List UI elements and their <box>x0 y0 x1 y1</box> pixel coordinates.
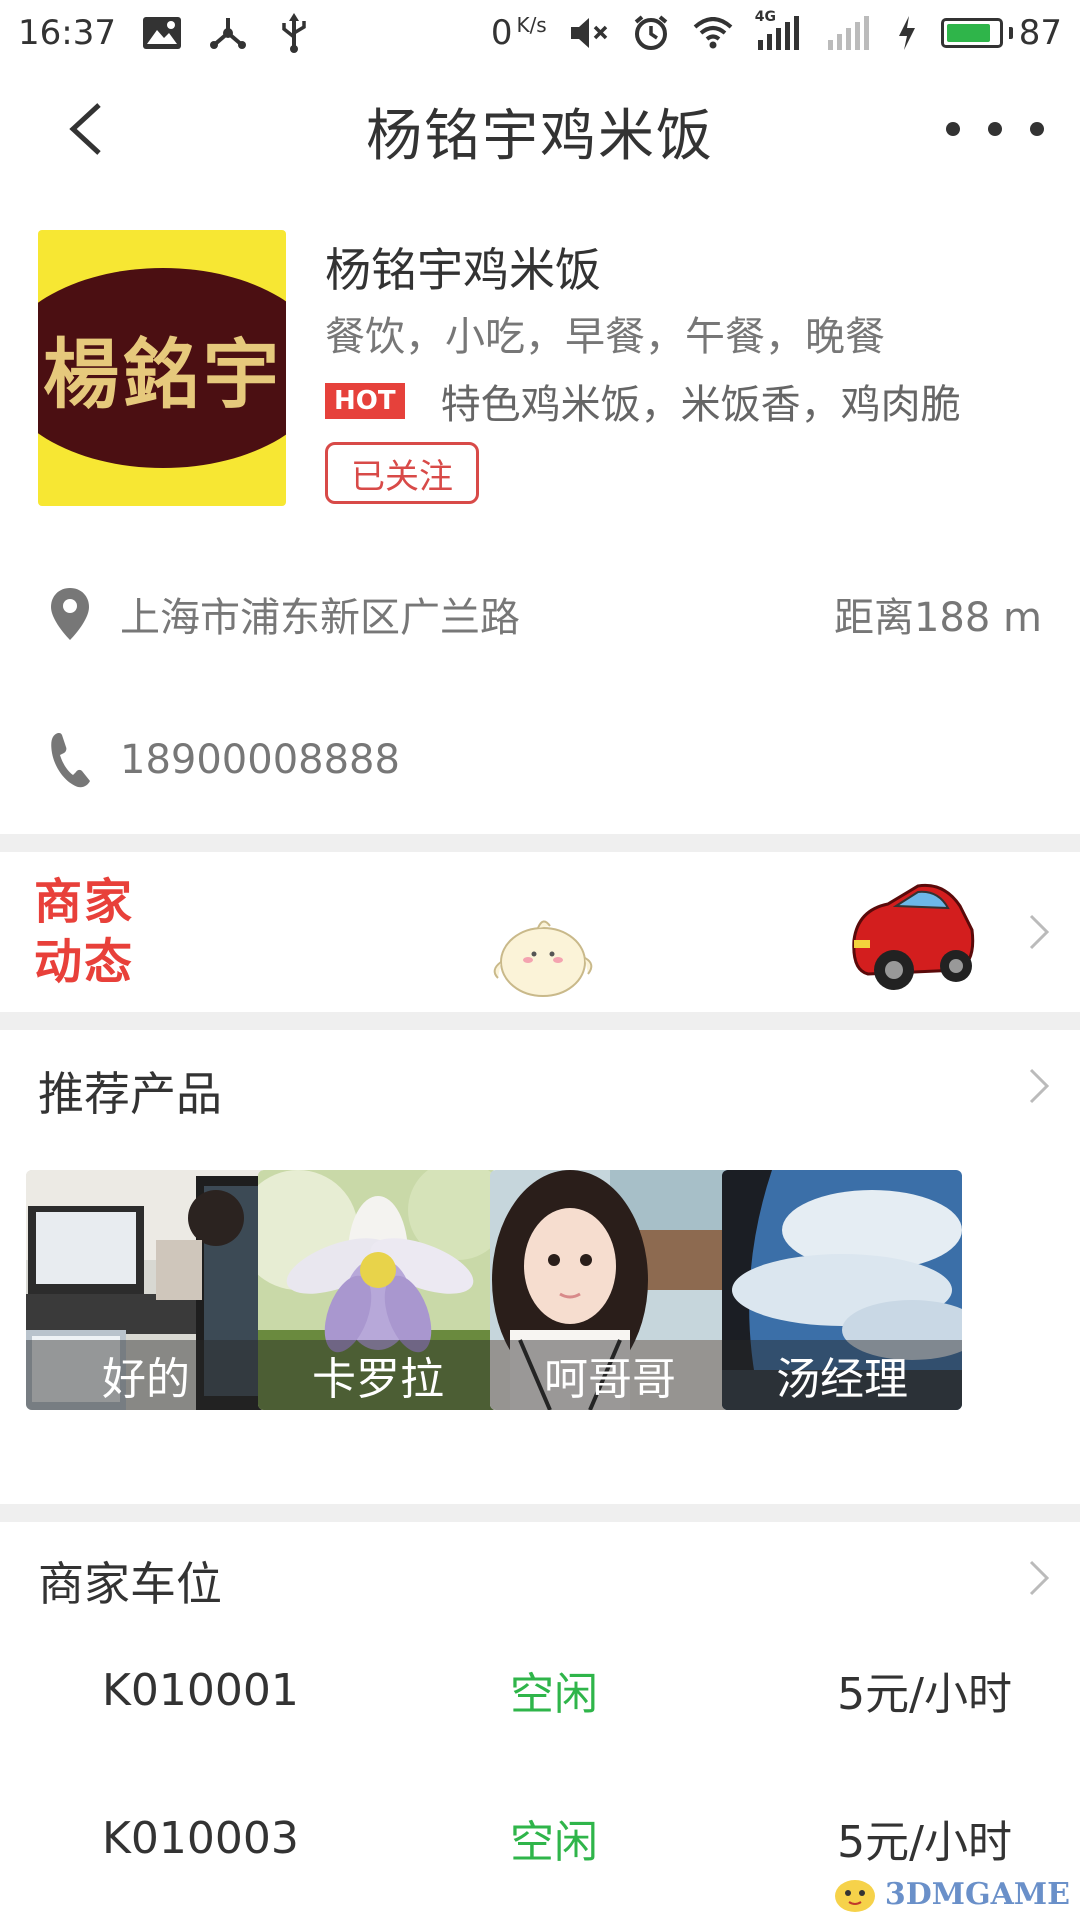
chevron-right-icon <box>1024 1558 1054 1598</box>
divider <box>0 834 1080 852</box>
product-card[interactable]: 呵哥哥 <box>490 1170 730 1410</box>
hot-text: 特色鸡米饭，米饭香，鸡肉脆 <box>440 382 961 428</box>
news-label: 商家 动态 <box>34 874 135 990</box>
recommended-title: 推荐产品 <box>38 1067 222 1121</box>
parking-id: K010003 <box>102 1812 299 1864</box>
merchant-news-banner[interactable]: 商家 动态 <box>0 852 1080 1012</box>
product-card[interactable]: 汤经理 <box>722 1170 962 1410</box>
product-card[interactable]: 卡罗拉 <box>258 1170 498 1410</box>
parking-title: 商家车位 <box>38 1557 222 1611</box>
phone-number: 18900008888 <box>120 737 400 783</box>
mascot-icon <box>488 912 598 1002</box>
shop-name: 杨铭宇鸡米饭 <box>325 243 601 297</box>
chevron-right-icon <box>1024 1066 1054 1106</box>
hot-row: HOT 特色鸡米饭，米饭香，鸡肉脆 <box>325 372 961 430</box>
share-icon <box>208 13 248 53</box>
signal-icon: 4G <box>755 9 803 53</box>
more-icon-dot <box>1030 122 1044 136</box>
usb-icon <box>274 13 314 53</box>
more-icon-dot <box>946 122 960 136</box>
address-row[interactable]: 上海市浦东新区广兰路 距离188 m <box>0 564 1080 664</box>
phone-row[interactable]: 18900008888 <box>0 710 1080 810</box>
net-speed: 0 K/s <box>490 13 547 53</box>
shop-categories: 餐饮，小吃，早餐，午餐，晚餐 <box>325 314 885 360</box>
back-arrow-icon <box>69 103 101 155</box>
image-icon <box>142 13 182 53</box>
parking-id: K010001 <box>102 1664 299 1716</box>
location-pin-icon <box>46 586 94 642</box>
status-time: 16:37 <box>18 13 116 53</box>
chevron-right-icon <box>1024 912 1054 952</box>
follow-button[interactable]: 已关注 <box>325 442 479 504</box>
status-bar: 16:37 0 K/s 4G 87 <box>0 0 1080 66</box>
watermark: 3DMGAME <box>831 1874 1070 1914</box>
parking-row[interactable]: K010003 空闲 5元/小时 <box>0 1788 1080 1888</box>
shop-header: 楊銘宇 杨铭宇鸡米饭 餐饮，小吃，早餐，午餐，晚餐 HOT 特色鸡米饭，米饭香，… <box>0 196 1080 536</box>
distance-text: 距离188 m <box>833 595 1042 641</box>
battery-icon: 87 <box>940 13 1062 53</box>
page-title: 杨铭宇鸡米饭 <box>366 103 714 169</box>
divider <box>0 1504 1080 1522</box>
parking-header[interactable]: 商家车位 <box>0 1522 1080 1632</box>
product-name: 卡罗拉 <box>258 1340 498 1410</box>
divider <box>0 1012 1080 1030</box>
product-card[interactable]: 好的 <box>26 1170 266 1410</box>
shop-logo[interactable]: 楊銘宇 <box>38 230 286 506</box>
parking-row[interactable]: K010001 空闲 5元/小时 <box>0 1640 1080 1740</box>
parking-status: 空闲 <box>510 1817 598 1868</box>
product-name: 呵哥哥 <box>490 1340 730 1410</box>
product-carousel: 好的 卡罗拉 呵哥哥 汤经理 <box>26 1170 1080 1410</box>
parking-price: 5元/小时 <box>837 1669 1012 1720</box>
parking-status: 空闲 <box>510 1669 598 1720</box>
product-name: 汤经理 <box>722 1340 962 1410</box>
back-button[interactable] <box>50 94 120 164</box>
alarm-icon <box>631 13 671 53</box>
wifi-icon <box>693 13 733 53</box>
car-icon <box>848 870 978 1000</box>
charging-icon <box>895 13 919 53</box>
watermark-logo-icon <box>834 1880 875 1912</box>
battery-level: 87 <box>1018 13 1062 53</box>
product-name: 好的 <box>26 1340 266 1410</box>
logo-text: 楊銘宇 <box>43 330 283 419</box>
phone-icon <box>46 732 94 788</box>
more-icon-dot <box>988 122 1002 136</box>
signal-empty-icon <box>825 13 873 53</box>
mute-icon <box>569 13 609 53</box>
more-button[interactable] <box>940 104 1050 154</box>
parking-price: 5元/小时 <box>837 1817 1012 1868</box>
title-bar: 杨铭宇鸡米饭 <box>0 66 1080 196</box>
recommended-header[interactable]: 推荐产品 <box>0 1030 1080 1140</box>
address-text: 上海市浦东新区广兰路 <box>120 595 520 641</box>
hot-badge: HOT <box>325 383 405 419</box>
